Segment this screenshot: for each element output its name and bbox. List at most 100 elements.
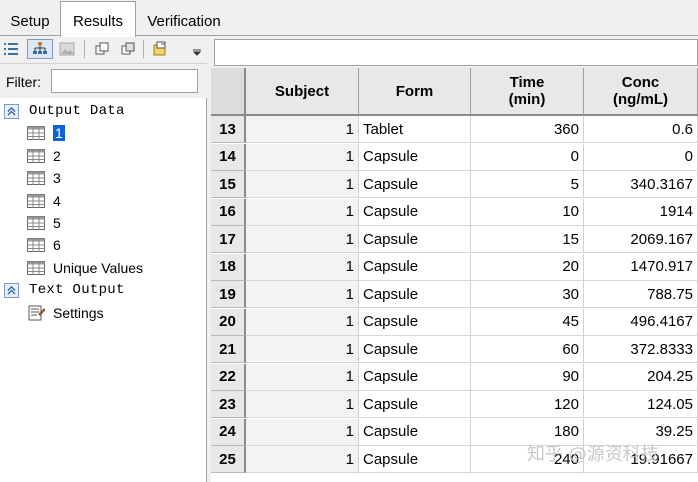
- tree-item-6[interactable]: 6: [27, 234, 61, 256]
- row-header[interactable]: 17: [211, 226, 246, 253]
- list-view-button[interactable]: [1, 39, 21, 59]
- row-header[interactable]: 24: [211, 418, 246, 446]
- collapse-button[interactable]: [4, 103, 19, 119]
- table-cell-subject[interactable]: 1: [246, 446, 359, 473]
- table-cell-form[interactable]: Capsule: [359, 336, 471, 363]
- table-cell-subject[interactable]: 1: [246, 391, 359, 418]
- row-header[interactable]: 25: [211, 446, 246, 473]
- tree-item-4[interactable]: 4: [27, 190, 61, 212]
- table-cell-time[interactable]: 60: [471, 336, 584, 363]
- row-header[interactable]: 20: [211, 308, 246, 336]
- table-cell-time[interactable]: 30: [471, 281, 584, 308]
- table-cell-form[interactable]: Capsule: [359, 171, 471, 198]
- tree-item-1[interactable]: 1: [27, 122, 65, 144]
- table-cell-form[interactable]: Capsule: [359, 363, 471, 391]
- table-cell-form[interactable]: Capsule: [359, 391, 471, 418]
- tree-item-3[interactable]: 3: [27, 167, 61, 189]
- row-header[interactable]: 22: [211, 363, 246, 391]
- row-header[interactable]: 23: [211, 391, 246, 418]
- table-cell-form[interactable]: Tablet: [359, 116, 471, 143]
- column-header-subject[interactable]: Subject: [246, 68, 359, 116]
- tree-node-text-output[interactable]: Text Output: [4, 279, 125, 301]
- table-cell-conc[interactable]: 0: [584, 143, 698, 171]
- filter-input[interactable]: [51, 69, 198, 93]
- toolbar-separator: [84, 40, 85, 58]
- table-cell-conc[interactable]: 204.25: [584, 363, 698, 391]
- filter-label: Filter:: [6, 74, 41, 90]
- table-cell-time[interactable]: 0: [471, 143, 584, 171]
- toolbar-overflow-button[interactable]: [189, 39, 205, 59]
- column-header-time[interactable]: Time (min): [471, 68, 584, 116]
- export-button[interactable]: [150, 39, 170, 59]
- table-cell-subject[interactable]: 1: [246, 308, 359, 336]
- table-cell-time[interactable]: 20: [471, 253, 584, 281]
- row-header[interactable]: 16: [211, 198, 246, 226]
- tree-item-unique-values[interactable]: Unique Values: [27, 257, 143, 279]
- table-cell-form[interactable]: Capsule: [359, 418, 471, 446]
- tab-verification[interactable]: Verification: [138, 8, 230, 36]
- copy-button[interactable]: [92, 39, 112, 59]
- table-icon: [27, 238, 45, 252]
- copy-all-button[interactable]: [118, 39, 138, 59]
- tree-item-2[interactable]: 2: [27, 145, 61, 167]
- tree-item-5[interactable]: 5: [27, 212, 61, 234]
- column-header-form[interactable]: Form: [359, 68, 471, 116]
- table-cell-conc[interactable]: 372.8333: [584, 336, 698, 363]
- row-header[interactable]: 18: [211, 253, 246, 281]
- tree-item-label: 2: [53, 148, 61, 164]
- list-view-icon: [4, 43, 18, 55]
- collapse-button[interactable]: [4, 282, 19, 298]
- table-cell-time[interactable]: 90: [471, 363, 584, 391]
- row-header[interactable]: 14: [211, 143, 246, 171]
- table-cell-conc[interactable]: 1914: [584, 198, 698, 226]
- table-cell-conc[interactable]: 788.75: [584, 281, 698, 308]
- table-cell-form[interactable]: Capsule: [359, 446, 471, 473]
- table-cell-time[interactable]: 120: [471, 391, 584, 418]
- table-cell-conc[interactable]: 340.3167: [584, 171, 698, 198]
- table-cell-subject[interactable]: 1: [246, 418, 359, 446]
- table-cell-form[interactable]: Capsule: [359, 143, 471, 171]
- table-cell-subject[interactable]: 1: [246, 116, 359, 143]
- table-cell-time[interactable]: 15: [471, 226, 584, 253]
- table-cell-conc[interactable]: 124.05: [584, 391, 698, 418]
- tree-item-label: 1: [53, 125, 65, 141]
- row-header[interactable]: 15: [211, 171, 246, 198]
- table-cell-form[interactable]: Capsule: [359, 281, 471, 308]
- table-cell-subject[interactable]: 1: [246, 143, 359, 171]
- row-header[interactable]: 19: [211, 281, 246, 308]
- filter-row: Filter:: [0, 64, 207, 98]
- table-cell-time[interactable]: 360: [471, 116, 584, 143]
- tab-setup[interactable]: Setup: [0, 8, 60, 36]
- table-cell-subject[interactable]: 1: [246, 363, 359, 391]
- cell-value-input[interactable]: [214, 39, 698, 66]
- column-header-conc[interactable]: Conc (ng/mL): [584, 68, 698, 116]
- table-cell-subject[interactable]: 1: [246, 336, 359, 363]
- table-cell-form[interactable]: Capsule: [359, 226, 471, 253]
- row-header[interactable]: 21: [211, 336, 246, 363]
- table-cell-conc[interactable]: 1470.917: [584, 253, 698, 281]
- table-cell-time[interactable]: 5: [471, 171, 584, 198]
- table-cell-subject[interactable]: 1: [246, 281, 359, 308]
- grid-corner[interactable]: [211, 68, 246, 116]
- table-cell-form[interactable]: Capsule: [359, 253, 471, 281]
- tab-results[interactable]: Results: [60, 1, 136, 37]
- chevron-up-icon: [7, 106, 16, 116]
- tree-item-label: 4: [53, 193, 61, 209]
- table-cell-subject[interactable]: 1: [246, 198, 359, 226]
- tree-view-button[interactable]: [27, 39, 53, 59]
- table-cell-subject[interactable]: 1: [246, 253, 359, 281]
- table-cell-subject[interactable]: 1: [246, 171, 359, 198]
- table-cell-conc[interactable]: 496.4167: [584, 308, 698, 336]
- table-cell-subject[interactable]: 1: [246, 226, 359, 253]
- tree-item-label: 6: [53, 237, 61, 253]
- table-cell-conc[interactable]: 0.6: [584, 116, 698, 143]
- tree-node-output-data[interactable]: Output Data: [4, 100, 125, 122]
- table-cell-conc[interactable]: 2069.167: [584, 226, 698, 253]
- table-cell-form[interactable]: Capsule: [359, 308, 471, 336]
- table-cell-form[interactable]: Capsule: [359, 198, 471, 226]
- row-header[interactable]: 13: [211, 116, 246, 143]
- table-cell-time[interactable]: 10: [471, 198, 584, 226]
- tree-item-settings[interactable]: Settings: [27, 302, 104, 324]
- table-cell-time[interactable]: 45: [471, 308, 584, 336]
- image-view-button[interactable]: [57, 39, 77, 59]
